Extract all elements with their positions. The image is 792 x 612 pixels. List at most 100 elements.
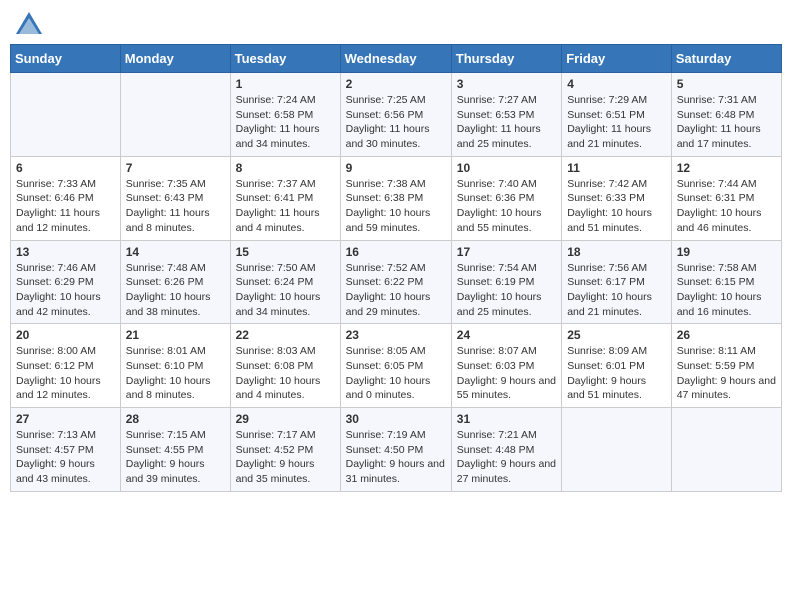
day-header-sunday: Sunday xyxy=(11,45,121,73)
calendar-body: 1 Sunrise: 7:24 AMSunset: 6:58 PMDaylight… xyxy=(11,73,782,492)
day-number: 4 xyxy=(567,77,666,91)
calendar-cell: 9Sunrise: 7:38 AMSunset: 6:38 PMDaylight… xyxy=(340,156,451,240)
calendar-cell: 11 Sunrise: 7:42 AMSunset: 6:33 PMDayligh… xyxy=(562,156,672,240)
day-number: 28 xyxy=(126,412,225,426)
calendar-cell: 2 Sunrise: 7:25 AMSunset: 6:56 PMDaylight… xyxy=(340,73,451,157)
calendar-cell: 6 Sunrise: 7:33 AMSunset: 6:46 PMDaylight… xyxy=(11,156,121,240)
day-number: 10 xyxy=(457,161,556,175)
calendar-cell: 7Sunrise: 7:35 AMSunset: 6:43 PMDaylight… xyxy=(120,156,230,240)
day-number: 12 xyxy=(677,161,776,175)
calendar-cell: 19 Sunrise: 7:58 AMSunset: 6:15 PMDayligh… xyxy=(671,240,781,324)
day-number: 8 xyxy=(236,161,335,175)
logo-icon xyxy=(14,10,44,36)
day-detail: Sunrise: 8:11 AMSunset: 5:59 PMDaylight:… xyxy=(677,344,776,403)
day-number: 23 xyxy=(346,328,446,342)
day-number: 11 xyxy=(567,161,666,175)
day-detail: Sunrise: 7:40 AMSunset: 6:36 PMDaylight:… xyxy=(457,177,556,236)
logo xyxy=(14,10,48,36)
day-detail: Sunrise: 8:07 AMSunset: 6:03 PMDaylight:… xyxy=(457,344,556,403)
day-header-saturday: Saturday xyxy=(671,45,781,73)
day-number: 13 xyxy=(16,245,115,259)
day-number: 26 xyxy=(677,328,776,342)
day-detail: Sunrise: 7:48 AMSunset: 6:26 PMDaylight:… xyxy=(126,261,225,320)
day-number: 24 xyxy=(457,328,556,342)
calendar-week-row: 20 Sunrise: 8:00 AMSunset: 6:12 PMDayligh… xyxy=(11,324,782,408)
day-detail: Sunrise: 7:44 AMSunset: 6:31 PMDaylight:… xyxy=(677,177,776,236)
calendar-cell: 17 Sunrise: 7:54 AMSunset: 6:19 PMDayligh… xyxy=(451,240,561,324)
day-detail: Sunrise: 7:54 AMSunset: 6:19 PMDaylight:… xyxy=(457,261,556,320)
calendar-cell: 15 Sunrise: 7:50 AMSunset: 6:24 PMDayligh… xyxy=(230,240,340,324)
calendar-cell: 27 Sunrise: 7:13 AMSunset: 4:57 PMDayligh… xyxy=(11,408,121,492)
day-number: 1 xyxy=(236,77,335,91)
calendar-cell: 1 Sunrise: 7:24 AMSunset: 6:58 PMDaylight… xyxy=(230,73,340,157)
calendar-week-row: 13 Sunrise: 7:46 AMSunset: 6:29 PMDayligh… xyxy=(11,240,782,324)
day-detail: Sunrise: 8:01 AMSunset: 6:10 PMDaylight:… xyxy=(126,344,225,403)
day-detail: Sunrise: 7:25 AMSunset: 6:56 PMDaylight:… xyxy=(346,93,446,152)
calendar-cell: 24 Sunrise: 8:07 AMSunset: 6:03 PMDayligh… xyxy=(451,324,561,408)
calendar-cell: 4Sunrise: 7:29 AMSunset: 6:51 PMDaylight… xyxy=(562,73,672,157)
day-detail: Sunrise: 7:46 AMSunset: 6:29 PMDaylight:… xyxy=(16,261,115,320)
calendar-cell: 18 Sunrise: 7:56 AMSunset: 6:17 PMDayligh… xyxy=(562,240,672,324)
day-detail: Sunrise: 7:50 AMSunset: 6:24 PMDaylight:… xyxy=(236,261,335,320)
calendar-cell: 12 Sunrise: 7:44 AMSunset: 6:31 PMDayligh… xyxy=(671,156,781,240)
calendar-cell xyxy=(562,408,672,492)
calendar-cell: 3 Sunrise: 7:27 AMSunset: 6:53 PMDaylight… xyxy=(451,73,561,157)
day-number: 9 xyxy=(346,161,446,175)
calendar-cell xyxy=(671,408,781,492)
day-header-monday: Monday xyxy=(120,45,230,73)
day-detail: Sunrise: 7:52 AMSunset: 6:22 PMDaylight:… xyxy=(346,261,446,320)
day-detail: Sunrise: 7:13 AMSunset: 4:57 PMDaylight:… xyxy=(16,428,115,487)
day-number: 27 xyxy=(16,412,115,426)
calendar-cell: 25 Sunrise: 8:09 AMSunset: 6:01 PMDayligh… xyxy=(562,324,672,408)
calendar-cell: 29 Sunrise: 7:17 AMSunset: 4:52 PMDayligh… xyxy=(230,408,340,492)
calendar-week-row: 1 Sunrise: 7:24 AMSunset: 6:58 PMDaylight… xyxy=(11,73,782,157)
day-number: 18 xyxy=(567,245,666,259)
day-detail: Sunrise: 7:37 AMSunset: 6:41 PMDaylight:… xyxy=(236,177,335,236)
day-detail: Sunrise: 7:58 AMSunset: 6:15 PMDaylight:… xyxy=(677,261,776,320)
day-detail: Sunrise: 7:33 AMSunset: 6:46 PMDaylight:… xyxy=(16,177,115,236)
day-number: 16 xyxy=(346,245,446,259)
day-number: 20 xyxy=(16,328,115,342)
day-header-tuesday: Tuesday xyxy=(230,45,340,73)
day-number: 14 xyxy=(126,245,225,259)
calendar-cell: 8 Sunrise: 7:37 AMSunset: 6:41 PMDaylight… xyxy=(230,156,340,240)
calendar-cell: 16 Sunrise: 7:52 AMSunset: 6:22 PMDayligh… xyxy=(340,240,451,324)
day-detail: Sunrise: 8:09 AMSunset: 6:01 PMDaylight:… xyxy=(567,344,666,403)
day-header-thursday: Thursday xyxy=(451,45,561,73)
day-number: 25 xyxy=(567,328,666,342)
day-detail: Sunrise: 8:00 AMSunset: 6:12 PMDaylight:… xyxy=(16,344,115,403)
day-number: 17 xyxy=(457,245,556,259)
page-header xyxy=(10,10,782,36)
day-number: 3 xyxy=(457,77,556,91)
day-number: 6 xyxy=(16,161,115,175)
day-detail: Sunrise: 7:27 AMSunset: 6:53 PMDaylight:… xyxy=(457,93,556,152)
day-number: 7 xyxy=(126,161,225,175)
day-number: 31 xyxy=(457,412,556,426)
day-detail: Sunrise: 7:42 AMSunset: 6:33 PMDaylight:… xyxy=(567,177,666,236)
calendar-table: SundayMondayTuesdayWednesdayThursdayFrid… xyxy=(10,44,782,492)
day-number: 15 xyxy=(236,245,335,259)
calendar-cell: 14 Sunrise: 7:48 AMSunset: 6:26 PMDayligh… xyxy=(120,240,230,324)
day-detail: Sunrise: 7:17 AMSunset: 4:52 PMDaylight:… xyxy=(236,428,335,487)
day-number: 30 xyxy=(346,412,446,426)
day-number: 22 xyxy=(236,328,335,342)
calendar-cell: 13 Sunrise: 7:46 AMSunset: 6:29 PMDayligh… xyxy=(11,240,121,324)
day-detail: Sunrise: 7:24 AMSunset: 6:58 PMDaylight:… xyxy=(236,93,335,152)
day-number: 19 xyxy=(677,245,776,259)
day-detail: Sunrise: 7:56 AMSunset: 6:17 PMDaylight:… xyxy=(567,261,666,320)
day-number: 2 xyxy=(346,77,446,91)
day-detail: Sunrise: 8:05 AMSunset: 6:05 PMDaylight:… xyxy=(346,344,446,403)
calendar-cell: 20 Sunrise: 8:00 AMSunset: 6:12 PMDayligh… xyxy=(11,324,121,408)
day-number: 29 xyxy=(236,412,335,426)
calendar-header-row: SundayMondayTuesdayWednesdayThursdayFrid… xyxy=(11,45,782,73)
day-detail: Sunrise: 7:31 AMSunset: 6:48 PMDaylight:… xyxy=(677,93,776,152)
calendar-cell: 30Sunrise: 7:19 AMSunset: 4:50 PMDayligh… xyxy=(340,408,451,492)
day-header-wednesday: Wednesday xyxy=(340,45,451,73)
calendar-cell: 22 Sunrise: 8:03 AMSunset: 6:08 PMDayligh… xyxy=(230,324,340,408)
day-detail: Sunrise: 7:21 AMSunset: 4:48 PMDaylight:… xyxy=(457,428,556,487)
calendar-cell: 23 Sunrise: 8:05 AMSunset: 6:05 PMDayligh… xyxy=(340,324,451,408)
day-detail: Sunrise: 8:03 AMSunset: 6:08 PMDaylight:… xyxy=(236,344,335,403)
day-header-friday: Friday xyxy=(562,45,672,73)
calendar-cell: 10 Sunrise: 7:40 AMSunset: 6:36 PMDayligh… xyxy=(451,156,561,240)
calendar-cell: 28Sunrise: 7:15 AMSunset: 4:55 PMDayligh… xyxy=(120,408,230,492)
